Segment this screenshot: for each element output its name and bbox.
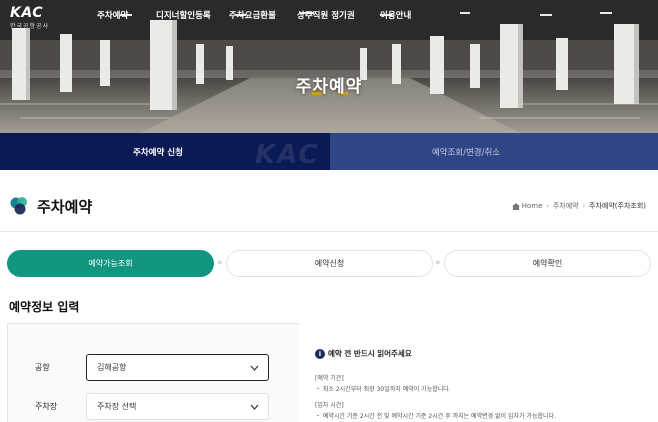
tab-bar: KAC 주차예약 신청 예약조회/변경/취소: [0, 133, 658, 170]
step-indicator: 예약가능조회 » 예약신청 » 예약확인: [0, 250, 658, 278]
kac-watermark: KAC: [255, 140, 320, 170]
notice-title: i 예약 전 반드시 읽어주세요: [315, 348, 412, 359]
step-availability: 예약가능조회: [7, 250, 214, 277]
step-confirm: 예약확인: [444, 250, 651, 277]
nav-item-reservation[interactable]: 주차예약: [97, 9, 128, 21]
page: KAC 한국공항공사 주차예약 디지너할인등록 주차요금환불 상주직원 정기권 …: [0, 0, 658, 422]
parking-logo-icon: [10, 197, 27, 215]
breadcrumb-current: 주차예약(주차조회): [589, 202, 646, 210]
notice-line: [입차 시간]: [315, 402, 344, 409]
airport-select-value: 김해공항: [97, 363, 127, 372]
page-title: 주차예약: [37, 197, 93, 216]
chevron-down-icon: [250, 404, 259, 410]
chevron-right-icon: ›: [582, 202, 586, 210]
notice-line: ・ 최소 2시간부터 최장 30일까지 예약이 가능합니다.: [315, 386, 451, 393]
nav-item-staff-pass[interactable]: 상주직원 정기권: [297, 9, 355, 21]
tab-reserve-label: 주차예약 신청: [133, 147, 183, 158]
breadcrumb-home[interactable]: Home: [522, 202, 543, 210]
parking-lot-select[interactable]: 주차장 선택: [86, 393, 269, 420]
info-icon: i: [315, 348, 325, 359]
parking-lot-label: 주차장: [35, 402, 58, 411]
nav-item-guide[interactable]: 이용안내: [380, 9, 411, 21]
parking-lot-select-value: 주차장 선택: [97, 402, 137, 411]
section-title: 예약정보 입력: [9, 300, 80, 314]
breadcrumb: Home › 주차예약 › 주차예약(주차조회): [511, 201, 646, 211]
nav-item-discount[interactable]: 디지너할인등록: [156, 9, 211, 21]
hero-title: 주차예약: [295, 77, 363, 97]
global-nav: 주차예약 디지너할인등록 주차요금환불 상주직원 정기권 이용안내: [0, 9, 658, 23]
nav-item-refund[interactable]: 주차요금환불: [229, 9, 276, 21]
notice-box: i 예약 전 반드시 읽어주세요 [예약 기간] ・ 최소 2시간부터 최장 3…: [299, 323, 651, 422]
divider: [0, 231, 658, 232]
chevron-right-icon: ›: [546, 202, 549, 210]
airport-label: 공항: [35, 363, 50, 372]
step-apply: 예약신청: [226, 250, 433, 277]
page-heading: 주차예약: [9, 194, 92, 218]
breadcrumb-reservation[interactable]: 주차예약: [553, 201, 579, 211]
airport-select[interactable]: 김해공항: [86, 354, 269, 381]
hero-banner: KAC 한국공항공사 주차예약 디지너할인등록 주차요금환불 상주직원 정기권 …: [0, 0, 658, 133]
chevron-down-icon: [250, 365, 259, 371]
notice-title-text: 예약 전 반드시 읽어주세요: [328, 349, 412, 358]
home-icon: [511, 202, 520, 210]
notice-line: ・ 예약시간 기준 2시간 전 및 예약시간 기준 2시간 후 까지는 예약변경…: [315, 413, 556, 420]
double-chevron-icon: »: [217, 258, 223, 268]
tab-reserve[interactable]: KAC 주차예약 신청: [0, 133, 330, 170]
notice-line: [예약 기간]: [315, 375, 344, 382]
tab-lookup-label: 예약조회/변경/취소: [431, 147, 501, 158]
tab-lookup[interactable]: 예약조회/변경/취소: [330, 133, 658, 170]
double-chevron-icon: »: [435, 258, 441, 268]
